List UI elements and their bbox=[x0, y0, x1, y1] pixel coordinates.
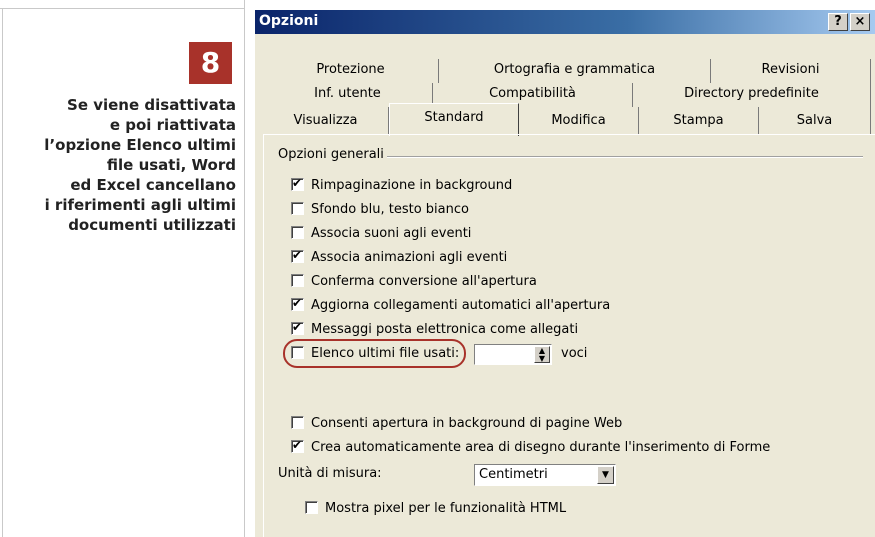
option-aggiorna-collegamenti[interactable]: Aggiorna collegamenti automatici all'ape… bbox=[291, 296, 611, 316]
checkbox[interactable] bbox=[291, 320, 304, 335]
checkbox[interactable] bbox=[291, 202, 304, 215]
option-label: Sfondo blu, testo bianco bbox=[311, 202, 469, 217]
option-mostra-pixel[interactable]: Mostra pixel per le funzionalità HTML bbox=[305, 501, 566, 519]
unit-select[interactable]: Centimetri ▼ bbox=[474, 464, 616, 486]
option-label: Associa suoni agli eventi bbox=[311, 226, 472, 241]
caption-line: file usati, Word bbox=[106, 156, 236, 174]
caption-line: i riferimenti agli ultimi bbox=[44, 196, 236, 214]
caption-text: Se viene disattivata e poi riattivata l’… bbox=[6, 95, 236, 235]
caption-line: documenti utilizzati bbox=[68, 216, 236, 234]
option-suoni[interactable]: Associa suoni agli eventi bbox=[291, 226, 471, 244]
option-label: Conferma conversione all'apertura bbox=[311, 274, 537, 289]
caption-line: Se viene disattivata bbox=[67, 96, 236, 114]
tab-modifica[interactable]: Modifica bbox=[519, 107, 639, 135]
tab-row-3: Visualizza Standard Modifica Stampa Salv… bbox=[263, 103, 875, 136]
checkbox[interactable] bbox=[291, 226, 304, 239]
option-label: Associa animazioni agli eventi bbox=[311, 250, 508, 265]
option-label: Mostra pixel per le funzionalità HTML bbox=[325, 501, 567, 516]
tab-protezione[interactable]: Protezione bbox=[263, 59, 439, 83]
title-bar[interactable]: Opzioni ? × bbox=[255, 10, 875, 34]
option-crea-area-disegno[interactable]: Crea automaticamente area di disegno dur… bbox=[291, 438, 771, 458]
caption-panel: 8 Se viene disattivata e poi riattivata … bbox=[0, 0, 245, 537]
tab-revisioni[interactable]: Revisioni bbox=[711, 59, 871, 83]
caption-frame-left bbox=[2, 8, 3, 537]
tab-ortografia[interactable]: Ortografia e grammatica bbox=[439, 59, 711, 83]
caption-line: ed Excel cancellano bbox=[70, 176, 236, 194]
unit-select-value: Centimetri bbox=[479, 467, 548, 482]
group-label: Opzioni generali bbox=[278, 147, 384, 162]
tab-stampa[interactable]: Stampa bbox=[639, 107, 759, 135]
checkbox[interactable] bbox=[291, 438, 304, 453]
option-rimpaginazione[interactable]: Rimpaginazione in background bbox=[291, 176, 513, 196]
option-conferma-conversione[interactable]: Conferma conversione all'apertura bbox=[291, 274, 537, 292]
step-badge: 8 bbox=[189, 42, 232, 84]
option-animazioni[interactable]: Associa animazioni agli eventi bbox=[291, 248, 508, 268]
tab-row-2: Inf. utente Compatibilità Directory pred… bbox=[263, 83, 875, 107]
tab-standard[interactable]: Standard bbox=[389, 103, 519, 136]
dialog-title: Opzioni bbox=[259, 13, 319, 29]
tab-visualizza[interactable]: Visualizza bbox=[263, 107, 389, 135]
caption-line: l’opzione Elenco ultimi bbox=[44, 136, 236, 154]
checkbox[interactable] bbox=[291, 248, 304, 263]
checkbox[interactable] bbox=[291, 346, 304, 359]
option-elenco-ultimi-file[interactable]: Elenco ultimi file usati: bbox=[291, 346, 459, 364]
option-label: Aggiorna collegamenti automatici all'ape… bbox=[311, 298, 611, 313]
checkbox[interactable] bbox=[291, 176, 304, 191]
checkbox[interactable] bbox=[291, 416, 304, 429]
help-button[interactable]: ? bbox=[828, 13, 848, 31]
option-messaggi-posta[interactable]: Messaggi posta elettronica come allegati bbox=[291, 320, 579, 340]
standard-panel: Opzioni generali Rimpaginazione in backg… bbox=[263, 135, 875, 537]
checkbox[interactable] bbox=[291, 296, 304, 311]
option-sfondo-blu[interactable]: Sfondo blu, testo bianco bbox=[291, 202, 469, 220]
checkbox[interactable] bbox=[291, 274, 304, 287]
option-label: Crea automaticamente area di disegno dur… bbox=[311, 440, 771, 455]
recent-files-spinner[interactable]: ▲ ▼ bbox=[474, 344, 552, 365]
option-consenti-apertura[interactable]: Consenti apertura in background di pagin… bbox=[291, 416, 622, 434]
option-label: Rimpaginazione in background bbox=[311, 178, 513, 193]
recent-files-unit: voci bbox=[561, 346, 588, 361]
close-button[interactable]: × bbox=[850, 13, 870, 31]
option-label: Elenco ultimi file usati: bbox=[311, 346, 460, 361]
unit-label: Unità di misura: bbox=[278, 466, 382, 481]
tab-salva[interactable]: Salva bbox=[759, 107, 871, 135]
checkbox[interactable] bbox=[305, 501, 318, 514]
options-dialog: Opzioni ? × Protezione Ortografia e gram… bbox=[254, 9, 875, 537]
option-label: Consenti apertura in background di pagin… bbox=[311, 416, 623, 431]
group-divider bbox=[387, 156, 863, 158]
spinner-arrows-icon[interactable]: ▲ ▼ bbox=[534, 346, 550, 363]
tab-row-1: Protezione Ortografia e grammatica Revis… bbox=[263, 59, 875, 83]
tab-directory-predefinite[interactable]: Directory predefinite bbox=[633, 83, 871, 107]
caption-frame-top bbox=[0, 8, 245, 9]
chevron-down-icon[interactable]: ▼ bbox=[597, 466, 614, 484]
caption-line: e poi riattivata bbox=[109, 116, 236, 134]
option-label: Messaggi posta elettronica come allegati bbox=[311, 322, 579, 337]
